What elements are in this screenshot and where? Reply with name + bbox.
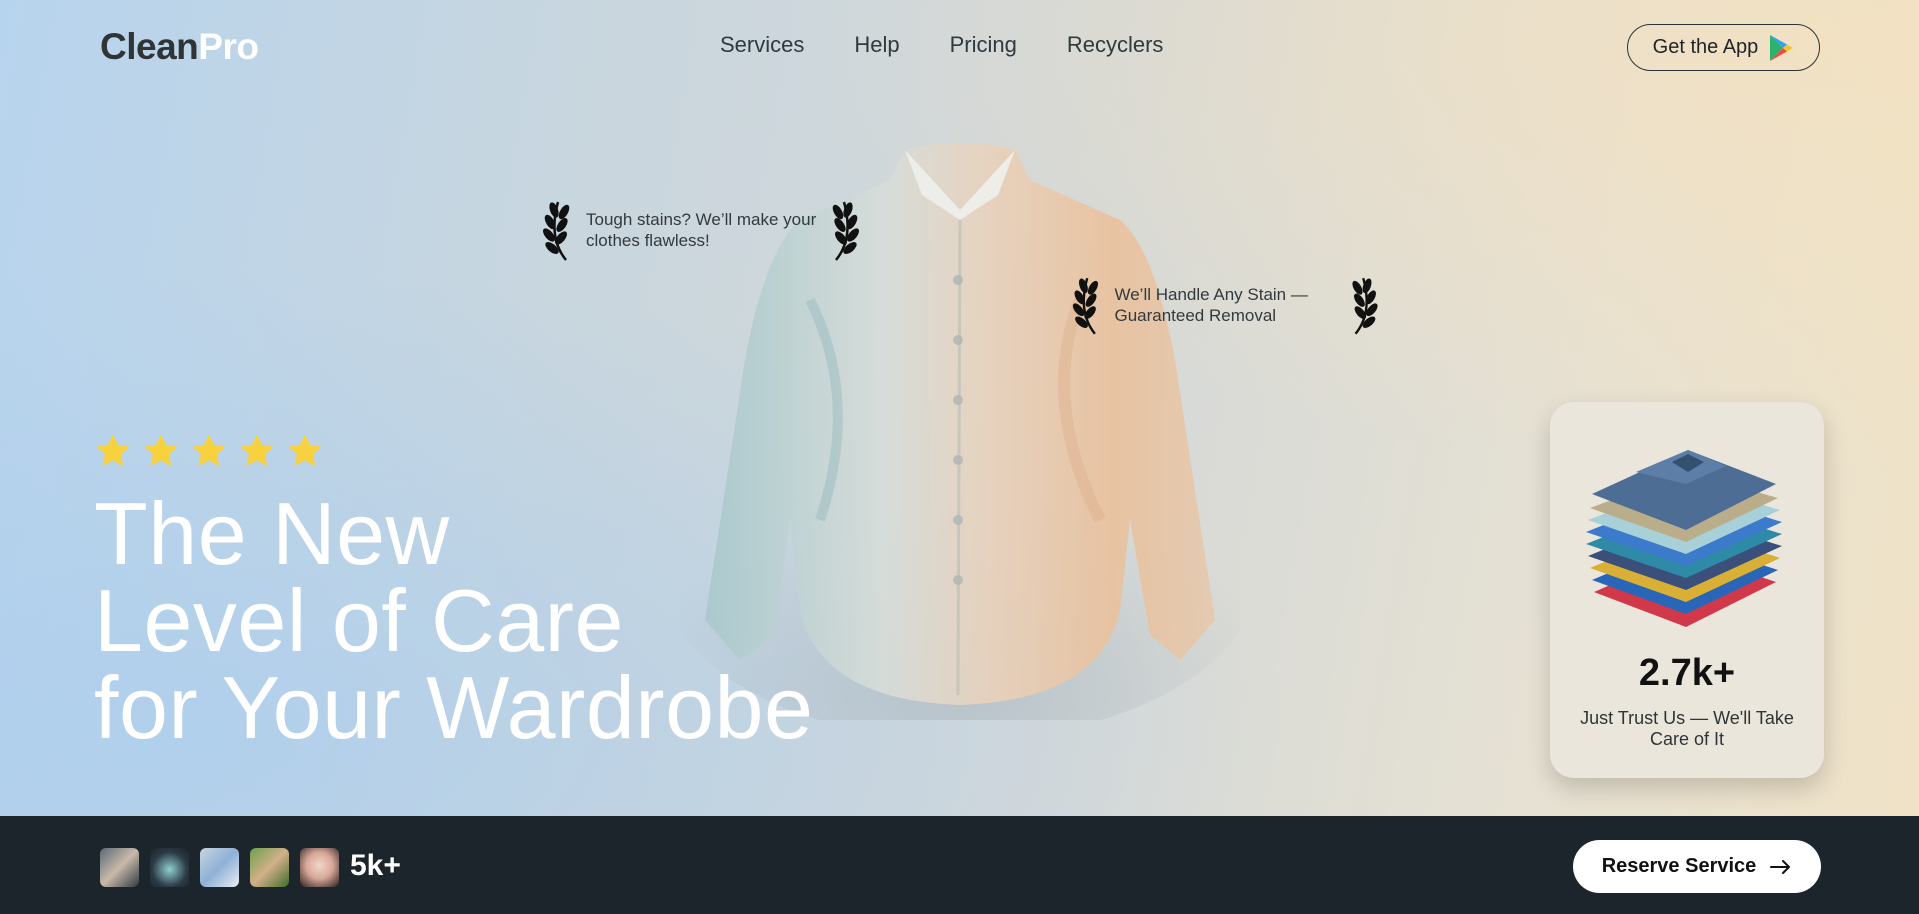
nav-link-recyclers[interactable]: Recyclers (1067, 32, 1164, 58)
hero-headline-line-1: The New (94, 484, 450, 583)
folded-shirts-image (1586, 450, 1782, 627)
customer-avatars (100, 848, 339, 887)
reserve-service-label: Reserve Service (1601, 855, 1757, 877)
rating-stars (94, 432, 324, 470)
laurel-left-icon (543, 201, 570, 261)
main-nav: Services Help Pricing Recyclers (720, 32, 1163, 58)
customer-count: 5k+ (350, 849, 401, 882)
trust-stat-value: 2.7k+ (1638, 652, 1736, 694)
arrow-right-icon (1770, 859, 1791, 874)
play-store-icon (1770, 34, 1794, 61)
star-icon (96, 434, 130, 467)
star-icon (240, 434, 274, 467)
avatar (300, 848, 339, 887)
get-the-app-label: Get the App (1652, 36, 1759, 58)
star-icon (288, 434, 322, 467)
award-badge-2-text: We’ll Handle Any Stain — Guaranteed Remo… (1114, 285, 1308, 325)
avatar (250, 848, 289, 887)
logo-part-1: Clean (100, 26, 199, 67)
hero-headline-line-2: Level of Care (94, 571, 624, 670)
nav-link-services[interactable]: Services (720, 32, 804, 58)
avatar (200, 848, 239, 887)
hero-headline-line-3: for Your Wardrobe (94, 658, 814, 757)
hero-headline: The New Level of Care for Your Wardrobe (94, 484, 814, 757)
laurel-right-icon (832, 201, 859, 261)
award-badge-2: We’ll Handle Any Stain — Guaranteed Remo… (1070, 273, 1380, 337)
nav-link-pricing[interactable]: Pricing (950, 32, 1017, 58)
nav-link-help[interactable]: Help (854, 32, 899, 58)
award-badge-1-text: Tough stains? We’ll make your clothes fl… (586, 210, 817, 250)
avatar (150, 848, 189, 887)
reserve-service-button[interactable]: Reserve Service (1573, 840, 1821, 893)
laurel-right-icon (1351, 277, 1378, 335)
award-badge-1: Tough stains? We’ll make your clothes fl… (540, 198, 870, 262)
laurel-left-icon (1072, 277, 1099, 335)
trust-stat-caption: Just Trust Us — We'll Take Care of It (1580, 708, 1794, 749)
logo[interactable]: CleanPro (100, 26, 259, 68)
trust-stat-card: 2.7k+ Just Trust Us — We'll Take Care of… (1550, 402, 1824, 778)
star-icon (144, 434, 178, 467)
get-the-app-button[interactable]: Get the App (1627, 24, 1820, 71)
avatar (100, 848, 139, 887)
star-icon (192, 434, 226, 467)
logo-part-2: Pro (198, 26, 259, 67)
